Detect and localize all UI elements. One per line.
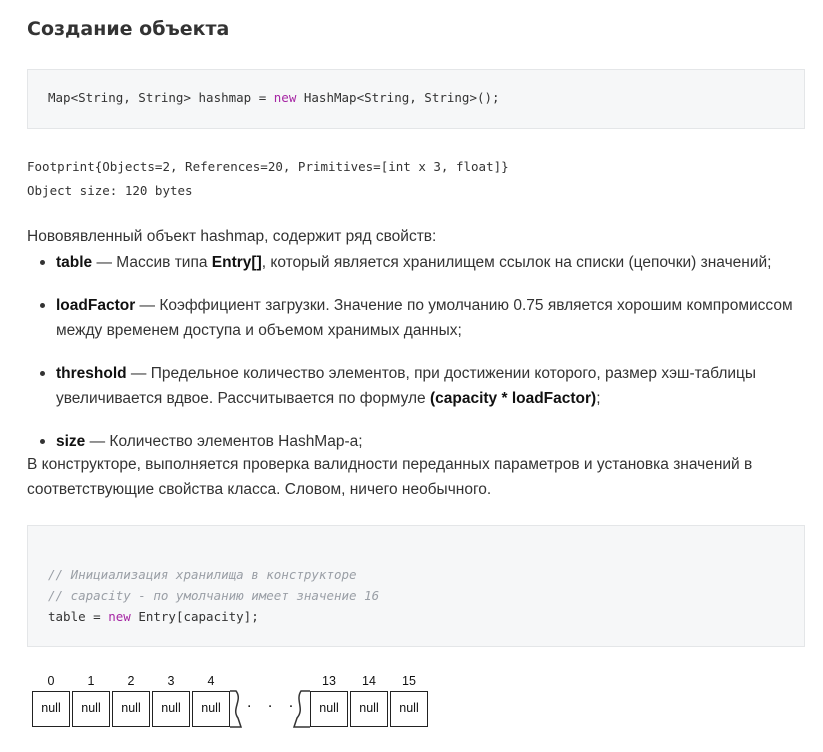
constructor-text: В конструкторе, выполняется проверка вал…	[27, 456, 753, 498]
code-line: table = new Entry[capacity];	[48, 609, 259, 624]
object-size-line: Object size: 120 bytes	[27, 183, 193, 198]
code-line: Map<String, String> hashmap = new HashMa…	[48, 90, 500, 105]
list-item-threshold: threshold — Предельное количество элемен…	[40, 361, 823, 411]
array-break-marks	[230, 690, 310, 728]
code-block-hashmap: Map<String, String> hashmap = new HashMa…	[27, 69, 805, 129]
footprint-output: Footprint{Objects=2, References=20, Prim…	[27, 155, 509, 203]
list-item-loadfactor: loadFactor — Коэффициент загрузки. Значе…	[40, 293, 823, 343]
property-list: table — Массив типа Entry[], который явл…	[27, 250, 823, 454]
intro-text: Нововявленный объект hashmap, содержит р…	[27, 228, 437, 245]
code-comment: // Инициализация хранилища в конструктор…	[48, 567, 357, 582]
array-diagram: 0 1 2 3 4 13 14 15 null null null null n…	[27, 672, 447, 738]
section-heading: Создание объекта	[27, 18, 230, 40]
keyword-new: new	[108, 609, 131, 624]
list-item-size: size — Количество элементов HashMap-а;	[40, 429, 823, 454]
keyword-new: new	[273, 90, 297, 105]
footprint-line: Footprint{Objects=2, References=20, Prim…	[27, 159, 509, 174]
code-block-constructor: // Инициализация хранилища в конструктор…	[27, 525, 805, 647]
list-item-table: table — Массив типа Entry[], который явл…	[40, 250, 823, 275]
code-comment: // capacity - по умолчанию имеет значени…	[48, 588, 380, 603]
